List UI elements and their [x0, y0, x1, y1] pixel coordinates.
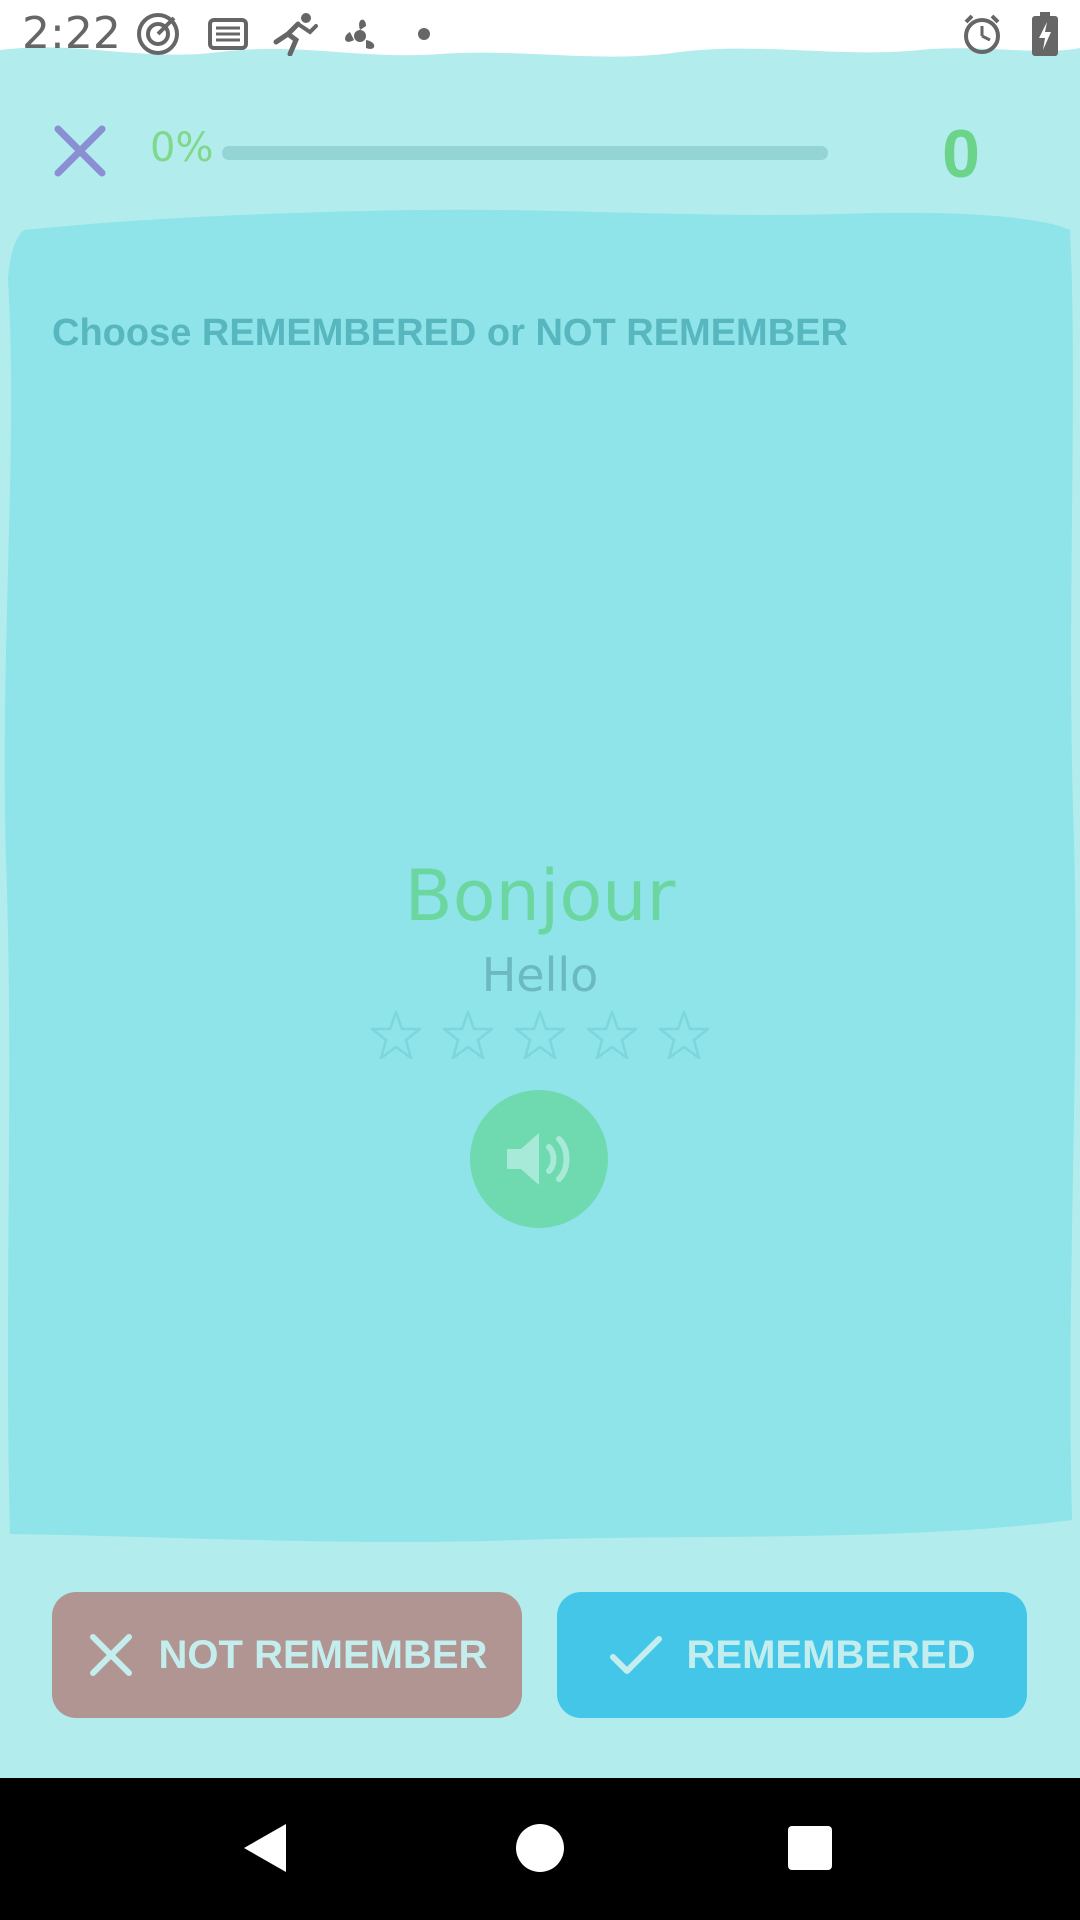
dot-icon: [410, 12, 454, 56]
flashcard-screen: 2:22 0% 0 Choose REMEMBERED or NOT REMEM…: [0, 0, 1080, 1920]
recents-square-icon: [788, 1826, 832, 1870]
remembered-label: REMEMBERED: [686, 1632, 976, 1677]
progress-percent: 0%: [150, 125, 214, 171]
status-bar: 2:22: [0, 0, 1080, 80]
instruction-text: Choose REMEMBERED or NOT REMEMBER: [52, 312, 848, 354]
progress-bar: [222, 146, 828, 160]
score-counter: 0: [942, 116, 980, 192]
flashcard-translation: Hello: [481, 948, 599, 1002]
star-icon[interactable]: [512, 1008, 568, 1064]
nav-back-button[interactable]: [226, 1808, 306, 1888]
speaker-icon: [507, 1133, 570, 1185]
target-icon: [136, 12, 180, 56]
runner-icon: [268, 12, 320, 57]
alarm-icon: [960, 12, 1004, 56]
star-icon[interactable]: [656, 1008, 712, 1064]
play-sound-button[interactable]: [470, 1090, 608, 1228]
nav-recents-button[interactable]: [770, 1808, 850, 1888]
check-icon: [609, 1636, 662, 1674]
rating-stars: [0, 1008, 1080, 1064]
flashcard-word: Bonjour: [404, 855, 676, 937]
home-circle-icon: [516, 1824, 564, 1872]
remembered-button[interactable]: REMEMBERED: [557, 1592, 1027, 1718]
list-icon: [206, 12, 250, 56]
star-icon[interactable]: [584, 1008, 640, 1064]
status-time: 2:22: [22, 8, 121, 59]
not-remember-label: NOT REMEMBER: [158, 1632, 488, 1677]
not-remember-button[interactable]: NOT REMEMBER: [52, 1592, 522, 1718]
fan-icon: [338, 12, 382, 56]
nav-home-button[interactable]: [500, 1808, 580, 1888]
x-icon: [89, 1634, 132, 1676]
star-icon[interactable]: [440, 1008, 496, 1064]
star-icon[interactable]: [368, 1008, 424, 1064]
close-icon: [54, 125, 106, 177]
back-triangle-icon: [244, 1824, 286, 1872]
battery-icon: [1030, 12, 1060, 56]
close-button[interactable]: [24, 95, 136, 207]
system-nav-bar: [0, 1778, 1080, 1920]
